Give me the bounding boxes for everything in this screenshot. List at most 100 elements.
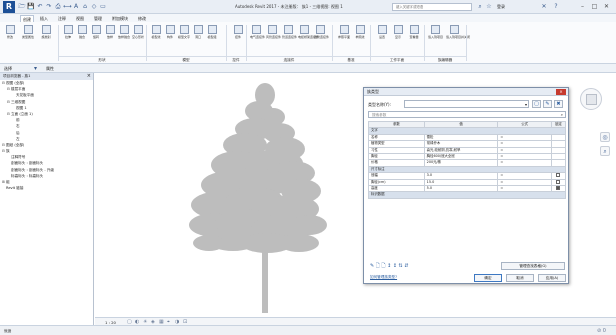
view-cube-face[interactable] [586,94,597,105]
tree-foliage [291,215,327,235]
revolve-icon [91,25,101,34]
electrical-connector-button[interactable]: 电气连接件 [250,25,265,49]
reference-line-icon [355,25,365,34]
search-params-input[interactable]: 搜索参数 ⌕ [368,111,566,118]
sweep-button[interactable]: 放样 [104,25,116,49]
opening-button[interactable]: 洞口 [192,25,204,49]
new-type-icon[interactable]: ▢ [532,100,541,108]
family-types-dialog: 族类型 × 类型名称(Y): ▾ ▢ ✎ ✖ 搜索参数 ⌕ 参数 值 公式 锁定… [363,87,569,284]
duct-connector-button[interactable]: 风管连接件 [266,25,281,49]
browser-item-label: 前 [16,118,20,123]
status-filter[interactable]: ⊘ 0 [597,328,606,334]
maximize-icon[interactable]: □ [590,2,599,11]
tab-addins[interactable]: 附加模块 [110,15,130,22]
browser-item-label: 注释符号 [11,155,26,160]
browser-item-label: 后 [16,130,20,135]
cancel-button[interactable]: 取消 [506,274,534,282]
tab-manage[interactable]: 管理 [92,15,104,22]
empty-cell [424,217,498,223]
properties-icon [23,25,33,34]
delete-type-icon[interactable]: ✖ [554,100,563,108]
measure-icon[interactable]: ⟷ [63,3,72,11]
cable-tray-connector-button[interactable]: 电缆桥架连接件 [298,25,319,49]
pipe-icon [283,25,293,34]
extrusion-button[interactable]: 拉伸 [62,25,74,49]
tab-annotate[interactable]: 注释 [56,15,68,22]
help-icon[interactable]: ? [552,3,560,11]
search-input[interactable]: 键入关键字或短语 [392,3,472,11]
rename-type-icon[interactable]: ✎ [543,100,552,108]
void-icon [133,25,143,34]
tab-create[interactable]: 创建 [20,15,34,22]
control-icon [233,25,243,34]
lock-checkbox[interactable] [556,179,561,184]
control-button[interactable]: 控件 [232,25,244,49]
lock-checkbox[interactable] [556,173,561,178]
show-button[interactable]: 显示 [392,25,404,49]
tab-insert[interactable]: 插入 [38,15,50,22]
set-button[interactable]: 设置 [376,25,388,49]
minimize-icon[interactable]: – [578,2,587,11]
model-line-button[interactable]: 模型线 [150,25,162,49]
filter-icon[interactable]: ▾ [34,65,37,72]
window-icon[interactable]: ▭ [99,3,107,11]
3d-view-icon[interactable]: ⌂ [81,3,89,11]
binoculars-icon[interactable]: ⌕ [476,3,484,11]
conduit-connector-button[interactable]: 线管连接件 [314,25,329,49]
login-button[interactable]: 登录 [497,4,505,10]
model-line-icon [151,25,161,34]
lock-checkbox[interactable] [556,186,561,191]
model-text-button[interactable]: 模型文字 [178,25,190,49]
type-properties-button[interactable]: 类型属性 [21,25,35,49]
swept-blend-button[interactable]: 放样融合 [118,25,130,49]
tab-modify[interactable]: 修改 [136,15,148,22]
pipe-connector-button[interactable]: 管道连接件 [282,25,297,49]
revit-logo-icon[interactable]: R [3,1,15,13]
sweep-icon [105,25,115,34]
star-icon[interactable]: ☆ [485,3,493,11]
modify-button[interactable]: 修改 [3,25,17,49]
load-into-project-button[interactable]: 载入到项目 [428,25,443,49]
close-icon[interactable]: × [87,73,91,80]
blend-button[interactable]: 融合 [76,25,88,49]
component-button[interactable]: 构件 [164,25,176,49]
load-into-project-close-button[interactable]: 载入到项目并关闭 [446,25,470,49]
properties-label[interactable]: 属性 [46,66,54,72]
steering-wheel-icon[interactable]: ◎ [600,132,610,142]
browser-item-label: 楼层平面 [11,87,26,92]
browser-item[interactable]: Revit 链接 [0,185,93,191]
void-forms-button[interactable]: 空心形状 [132,25,144,49]
viewer-button[interactable]: 查看器 [408,25,420,49]
model-group-button[interactable]: 模型组 [206,25,218,49]
tab-view[interactable]: 视图 [74,15,86,22]
open-icon[interactable]: 🗁 [18,3,26,11]
select-dropdown[interactable]: 选择 [4,66,12,72]
save-icon[interactable]: 💾 [27,3,35,11]
exchange-icon[interactable]: ✕ [540,3,548,11]
type-name-select[interactable]: ▾ [404,100,529,108]
section-icon[interactable]: ◇ [90,3,98,11]
browser-item-label: Revit 链接 [6,186,24,191]
browser-item-label: 立面 (立面 1) [11,111,33,116]
text-icon[interactable]: A [72,3,80,11]
param-tool-icons[interactable]: ✎ 🗋 🗋 ↕ ↕ ⇅ ⇵ [370,263,409,271]
view-cube[interactable] [580,88,602,110]
close-icon[interactable]: ✕ [602,2,611,11]
family-category-button[interactable]: 族类别 [39,25,53,49]
manage-lookup-tables-button[interactable]: 管理查找表格(G) [501,262,565,270]
ok-button[interactable]: 确定 [474,274,502,282]
zoom-icon[interactable]: ⌕ [600,146,610,156]
dialog-close-button[interactable]: × [556,89,566,95]
print-icon[interactable]: ⎙ [54,3,62,11]
browser-item-label: 左 [16,136,20,141]
search-params-placeholder: 搜索参数 [372,113,387,117]
howto-link[interactable]: 如何管理族类型? [370,275,397,280]
reference-plane-button[interactable]: 参照平面 [338,25,350,49]
redo-icon[interactable]: ↷ [45,3,53,11]
revolve-button[interactable]: 旋转 [90,25,102,49]
browser-item-label: 三维视图 [11,99,26,104]
undo-icon[interactable]: ↶ [36,3,44,11]
reference-line-button[interactable]: 参照线 [354,25,366,49]
ribbon-tabs: 创建 插入 注释 视图 管理 附加模块 修改 [0,14,616,22]
apply-button[interactable]: 应用(A) [538,274,566,282]
